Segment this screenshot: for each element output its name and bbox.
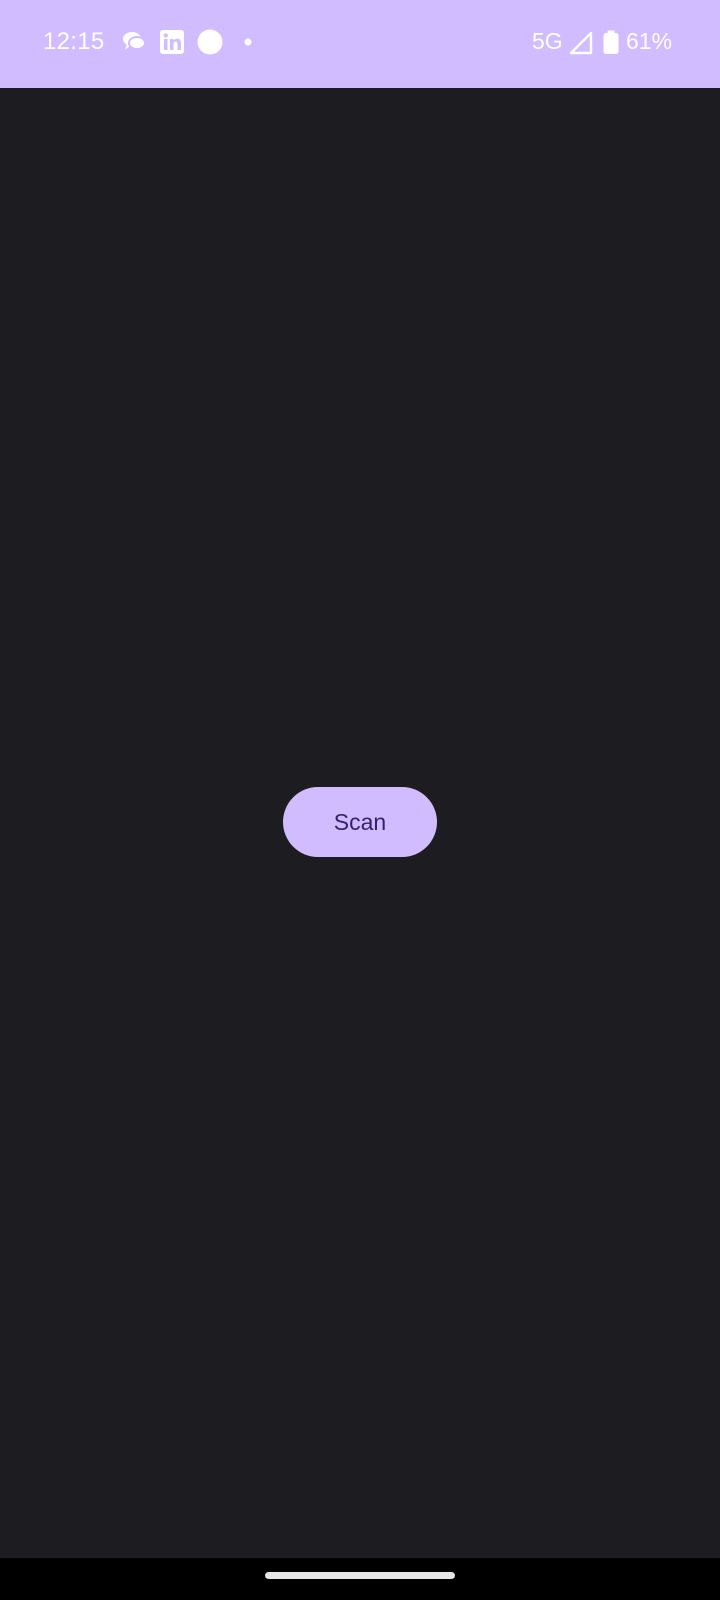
more-notifications-dot-icon — [234, 28, 262, 56]
chat-bubbles-icon — [120, 28, 148, 56]
network-type: 5G — [532, 28, 563, 54]
linkedin-icon — [158, 28, 186, 56]
status-bar: 12:15 5G 61% — [0, 0, 720, 88]
navigation-bar — [0, 1558, 720, 1600]
battery-icon — [602, 30, 620, 58]
status-time: 12:15 — [43, 28, 105, 55]
battery-percentage: 61% — [626, 28, 673, 54]
app-screen: 12:15 5G 61% Scan — [0, 0, 720, 1600]
cell-signal-icon — [568, 30, 596, 58]
main-content: Scan — [0, 88, 720, 1558]
home-handle-icon[interactable] — [265, 1572, 455, 1579]
circle-notification-icon — [196, 28, 224, 56]
scan-button[interactable]: Scan — [283, 787, 437, 857]
